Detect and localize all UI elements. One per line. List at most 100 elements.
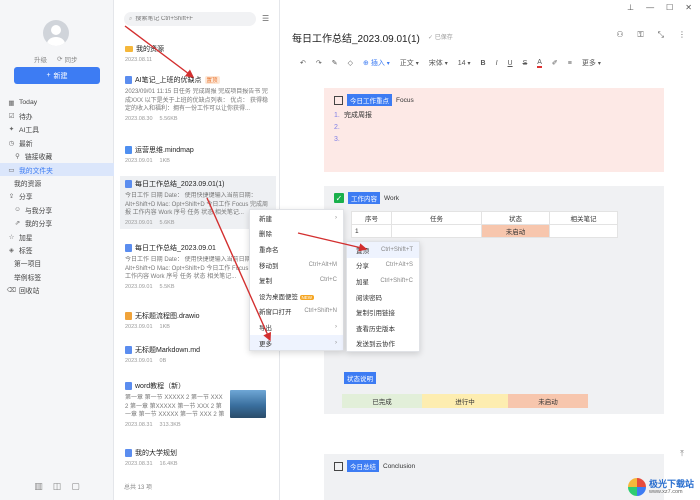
paragraph-select[interactable]: 正文 ▾ [400, 58, 419, 68]
table-cell[interactable]: 1 [351, 224, 392, 238]
minimize-icon[interactable]: — [646, 3, 654, 12]
highlight-icon[interactable]: ✐ [552, 59, 558, 67]
sidebar-item[interactable]: ⚲ 链接收藏 [0, 150, 114, 163]
format-painter-icon[interactable]: ✎ [332, 59, 338, 67]
list-item[interactable]: 我的大学规划 2023.08.31 16.4KB [120, 445, 276, 470]
insert-button[interactable]: ⊕ 插入 ▾ [363, 58, 390, 68]
sidebar-item-label: 我的文件夹 [19, 167, 53, 175]
avatar[interactable] [43, 20, 69, 46]
sidebar-item[interactable]: ◈ 标签 [0, 243, 114, 256]
italic-icon[interactable]: I [496, 60, 498, 67]
eraser-icon[interactable]: ◇ [348, 59, 353, 67]
sidebar-item[interactable]: 举例标签 [0, 270, 114, 283]
sidebar-item[interactable]: ✦ AI工具 [0, 123, 114, 136]
table-row[interactable]: 1 未启动 [351, 224, 618, 238]
new-button-label: 新建 [53, 72, 68, 80]
search-input[interactable] [135, 16, 246, 22]
sidebar-item[interactable]: ▦ Today [0, 96, 114, 109]
focus-item-text: 完成周报 [344, 112, 372, 119]
submenu-item[interactable]: 查看历史版本 [347, 320, 419, 336]
size-select[interactable]: 14 ▾ [458, 60, 471, 67]
search-box[interactable]: ⌕ [124, 12, 256, 26]
table-cell[interactable] [391, 224, 482, 238]
lock-icon[interactable]: ⚿ [638, 30, 644, 40]
close-icon[interactable]: ✕ [685, 3, 692, 12]
menu-item[interactable]: 设为桌面便签 NEW [250, 288, 343, 304]
menu-item[interactable]: 删除 [250, 226, 343, 242]
back-to-top-icon[interactable]: ⤒ [676, 448, 688, 460]
sidebar-item-label: AI工具 [19, 127, 40, 135]
note-title-text: 无标题Markdown.md [135, 347, 200, 354]
font-color-icon[interactable]: A [537, 59, 542, 68]
layout-icon[interactable]: ◫ [53, 481, 62, 492]
note-meta: 2023.09.01 0B [125, 358, 271, 364]
new-button[interactable]: + 新建 [14, 67, 100, 84]
chevron-right-icon: › [335, 323, 337, 330]
conclusion-section[interactable]: 今日总结 Conclusion [324, 454, 664, 500]
share-user-icon[interactable]: ⚇ [616, 30, 623, 40]
collapse-icon[interactable]: ▢ [71, 481, 80, 492]
sidebar-item[interactable]: ▭ 我的文件夹 [0, 162, 114, 177]
sidebar-item[interactable]: ☆ 加星 [0, 230, 114, 243]
sidebar-item[interactable]: ⇗ 我的分享 [0, 217, 114, 230]
underline-icon[interactable]: U [508, 60, 513, 67]
note-title: 每日工作总结_2023.09.01(1) [125, 179, 271, 189]
expand-icon[interactable]: ⤡ [658, 30, 664, 40]
strikethrough-icon[interactable]: S [523, 60, 528, 67]
context-menu: 新建 › 删除重命名移动到 Ctrl+Alt+M 复制 Ctrl+C 设为桌面便签 NEW 新窗… [249, 209, 344, 352]
pin-icon[interactable]: ⊥ [627, 3, 634, 12]
submenu-item[interactable]: 发送到云协作 [347, 336, 419, 352]
list-item[interactable]: 运营思维.mindmap 2023.09.01 1KB [120, 142, 276, 167]
submenu-item[interactable]: 分享 Ctrl+Alt+S [347, 258, 419, 274]
sidebar-item[interactable]: 我的资源 [0, 176, 114, 189]
menu-item[interactable]: 移动到 Ctrl+Alt+M [250, 257, 343, 273]
submenu-item[interactable]: 置顶 Ctrl+Shift+T [347, 242, 419, 258]
font-select[interactable]: 宋体 ▾ [429, 58, 448, 68]
upgrade-link[interactable]: 升级 [34, 54, 47, 64]
focus-section[interactable]: 今日工作重点 Focus 1. 完成周报 2. 3. [324, 88, 664, 172]
sidebar-item-label: 我的分享 [25, 221, 53, 229]
sidebar-item[interactable]: ⇪ 分享 [0, 190, 114, 203]
focus-item[interactable]: 1. 完成周报 [334, 110, 654, 122]
document-title[interactable]: 每日工作总结_2023.09.01(1) [292, 30, 420, 45]
checkbox-empty-icon[interactable] [334, 461, 343, 471]
table-cell[interactable] [549, 224, 618, 238]
status-cell[interactable]: 未启动 [481, 224, 550, 238]
menu-item[interactable]: 更多 › [250, 334, 343, 351]
redo-icon[interactable]: ↷ [316, 59, 322, 67]
menu-item[interactable]: 复制 Ctrl+C [250, 272, 343, 288]
undo-icon[interactable]: ↶ [300, 59, 306, 67]
more-icon[interactable]: ⋮ [678, 30, 686, 40]
sort-icon[interactable]: ☰ [262, 14, 269, 23]
note-title-text: 无标题流程图.drawio [135, 313, 200, 320]
status-title: 状态说明 [344, 372, 376, 384]
more-tools-button[interactable]: 更多 ▾ [582, 58, 601, 68]
sidebar-item[interactable]: 第一项目 [0, 257, 114, 270]
focus-item[interactable]: 2. [334, 122, 654, 134]
submenu-item[interactable]: 加星 Ctrl+Shift+C [347, 273, 419, 289]
checkbox-checked-icon[interactable]: ✓ [334, 193, 344, 203]
sidebar-item[interactable]: ☑ 待办 [0, 109, 114, 122]
menu-item[interactable]: 导出 › [250, 319, 343, 335]
list-item[interactable]: AI笔记_上班的优缺点 置顶 2023/09/01 11:15 日任务 完成周报 完… [120, 72, 276, 125]
maximize-icon[interactable]: ☐ [666, 3, 673, 12]
focus-item[interactable]: 3. [334, 134, 654, 146]
list-item[interactable]: 我的资源 2023.08.11 [120, 41, 276, 66]
align-icon[interactable]: ≡ [568, 60, 572, 67]
menu-item[interactable]: 新建 › [250, 210, 343, 226]
menu-item[interactable]: 新窗口打开 Ctrl+Shift+N [250, 304, 343, 320]
list-item[interactable]: word教程（新） 第一章 第一节 XXXXX 2 第一节 XXX 2 第一章 第… [120, 378, 276, 431]
checkbox-empty-icon[interactable] [334, 95, 343, 105]
submenu-item[interactable]: 复制引用链接 [347, 304, 419, 320]
sidebar-item[interactable]: ☺ 与我分享 [0, 203, 114, 216]
search-icon: ⌕ [129, 15, 133, 22]
sidebar-item[interactable]: ⌫ 回收站 [0, 283, 114, 296]
submenu-item[interactable]: 阅读密码 [347, 289, 419, 305]
sidebar-item[interactable]: ◷ 最新 [0, 136, 114, 149]
calendar-icon: ▦ [8, 99, 15, 107]
sync-link[interactable]: ⟳ 同步 [57, 54, 77, 64]
menu-item[interactable]: 重命名 [250, 241, 343, 257]
menu-item-label: 重命名 [259, 246, 279, 254]
grid-view-icon[interactable]: ▥ [34, 481, 43, 492]
bold-icon[interactable]: B [481, 60, 486, 67]
